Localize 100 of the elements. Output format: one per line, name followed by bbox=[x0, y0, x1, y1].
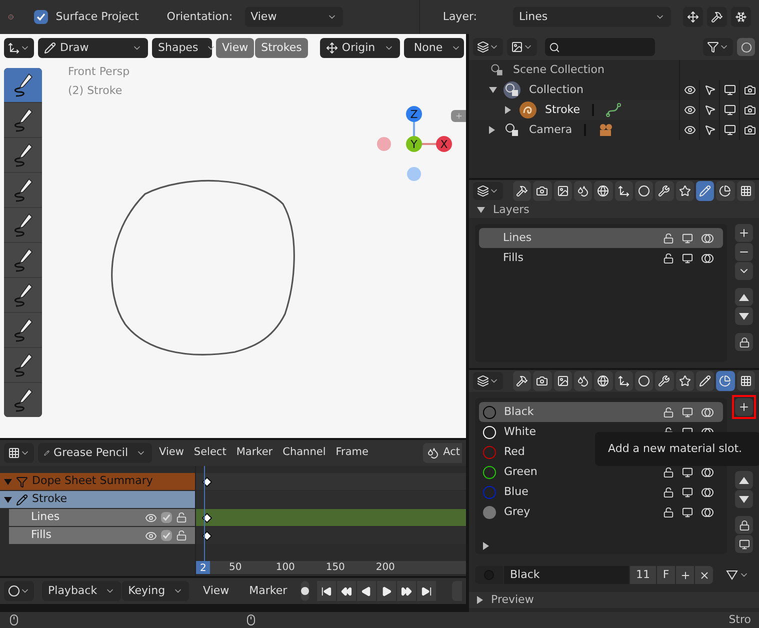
editor-type-dropdown[interactable] bbox=[473, 372, 503, 390]
channel-row[interactable]: Fills bbox=[9, 527, 195, 544]
menu-item[interactable]: Marker bbox=[233, 445, 276, 461]
unlock-icon[interactable] bbox=[663, 406, 674, 418]
material-name-field[interactable]: Black bbox=[504, 566, 629, 584]
expand-arrow-icon[interactable] bbox=[505, 106, 511, 114]
monitor-button[interactable] bbox=[735, 535, 753, 553]
add-button[interactable] bbox=[735, 398, 753, 416]
material-row[interactable]: Grey bbox=[479, 502, 723, 522]
properties-tab[interactable] bbox=[736, 181, 755, 201]
properties-tab[interactable] bbox=[655, 371, 674, 391]
current-frame-indicator[interactable]: 2 bbox=[196, 561, 210, 574]
properties-tab[interactable] bbox=[614, 371, 633, 391]
orientation-dropdown[interactable]: View bbox=[244, 7, 343, 27]
onion-skin-icon[interactable] bbox=[701, 486, 715, 498]
properties-tab[interactable] bbox=[594, 181, 613, 201]
panel-title[interactable]: Layers bbox=[493, 202, 530, 218]
monitor-icon[interactable] bbox=[682, 506, 693, 518]
outliner-item-label[interactable]: Camera bbox=[529, 122, 572, 138]
onion-skin-icon[interactable] bbox=[701, 252, 715, 264]
material-row[interactable]: Black bbox=[479, 402, 723, 422]
render-camera-icon[interactable] bbox=[744, 84, 756, 96]
unlink-button[interactable] bbox=[695, 566, 713, 584]
menu-item[interactable]: Marker bbox=[243, 582, 294, 600]
timeline-dropdown[interactable]: Keying bbox=[122, 581, 190, 601]
properties-tab[interactable] bbox=[554, 181, 572, 201]
menu-item[interactable]: Channel bbox=[280, 445, 329, 461]
checkbox[interactable] bbox=[161, 530, 172, 541]
menu-item[interactable]: Select bbox=[190, 445, 230, 461]
unlock-icon[interactable] bbox=[663, 466, 674, 478]
playback-button[interactable] bbox=[357, 581, 376, 601]
tool-button[interactable] bbox=[4, 278, 42, 312]
unlock-icon[interactable] bbox=[663, 506, 674, 518]
properties-tab[interactable] bbox=[594, 371, 613, 391]
monitor-icon[interactable] bbox=[682, 486, 693, 498]
expand-arrow-icon[interactable] bbox=[477, 596, 483, 604]
playback-button[interactable] bbox=[337, 581, 356, 601]
expand-arrow-icon[interactable] bbox=[489, 87, 497, 93]
panel-title[interactable]: Preview bbox=[491, 592, 534, 608]
tool-button[interactable] bbox=[4, 138, 42, 172]
properties-tab[interactable] bbox=[614, 181, 633, 201]
action-button[interactable]: Act bbox=[423, 443, 462, 463]
outliner-item-label[interactable]: Stroke bbox=[545, 102, 580, 118]
properties-tab[interactable] bbox=[676, 181, 694, 201]
move-up-button[interactable] bbox=[735, 288, 753, 306]
playback-button[interactable] bbox=[417, 581, 436, 601]
menu-item[interactable]: View bbox=[197, 582, 236, 600]
render-camera-icon[interactable] bbox=[744, 124, 756, 136]
navigation-gizmo[interactable]: Z Y X bbox=[374, 104, 458, 186]
render-camera-icon[interactable] bbox=[744, 104, 756, 116]
toggle-button[interactable]: View bbox=[216, 38, 254, 58]
keyframe-icon[interactable] bbox=[202, 476, 212, 486]
tool-button[interactable] bbox=[4, 348, 42, 382]
record-button[interactable] bbox=[301, 581, 310, 601]
properties-tab[interactable] bbox=[696, 371, 714, 391]
sidebar-toggle[interactable] bbox=[451, 110, 466, 122]
visibility-icon[interactable] bbox=[684, 84, 696, 96]
onion-skin-icon[interactable] bbox=[701, 506, 715, 518]
mode-dropdown[interactable]: Draw bbox=[38, 38, 148, 58]
lock-button[interactable] bbox=[735, 333, 753, 351]
menu-button[interactable] bbox=[735, 262, 753, 280]
select-pointer-icon[interactable] bbox=[704, 84, 716, 96]
onion-skin-icon[interactable] bbox=[701, 466, 715, 478]
monitor-icon[interactable] bbox=[682, 466, 693, 478]
expand-arrow-icon[interactable] bbox=[4, 496, 12, 502]
onion-skin-icon[interactable] bbox=[701, 406, 715, 418]
pivot-dropdown[interactable]: Origin bbox=[320, 38, 400, 58]
properties-tab[interactable] bbox=[574, 371, 592, 391]
properties-tab[interactable] bbox=[696, 181, 714, 201]
layer-row[interactable]: Lines bbox=[479, 228, 723, 248]
fake-user-button[interactable]: F bbox=[657, 566, 675, 584]
menu-item[interactable]: View bbox=[156, 445, 187, 461]
user-count-button[interactable]: 11 bbox=[630, 566, 656, 584]
material-row[interactable]: Blue bbox=[479, 482, 723, 502]
monitor-icon[interactable] bbox=[724, 84, 736, 96]
monitor-icon[interactable] bbox=[682, 232, 693, 244]
filter-dropdown[interactable] bbox=[703, 38, 733, 56]
tool-button[interactable] bbox=[4, 68, 42, 102]
tool-button[interactable] bbox=[4, 208, 42, 242]
tool-button[interactable] bbox=[4, 173, 42, 207]
layer-dropdown[interactable]: Lines bbox=[513, 7, 671, 27]
properties-tab[interactable] bbox=[533, 371, 552, 391]
checkbox[interactable] bbox=[34, 10, 48, 24]
toggle-button[interactable]: Strokes bbox=[255, 38, 308, 58]
move-up-button[interactable] bbox=[735, 471, 753, 489]
timeline-dropdown[interactable]: Playback bbox=[42, 581, 122, 601]
channel-row[interactable]: Stroke bbox=[0, 491, 195, 508]
onion-skin-icon[interactable] bbox=[701, 232, 715, 244]
shapes-dropdown[interactable]: Shapes bbox=[152, 38, 212, 58]
properties-tab[interactable] bbox=[655, 181, 674, 201]
outliner-item-label[interactable]: Scene Collection bbox=[513, 62, 604, 78]
lock-dropdown[interactable]: None bbox=[404, 38, 464, 58]
tool-button[interactable] bbox=[4, 383, 42, 417]
unlock-icon[interactable] bbox=[663, 252, 674, 264]
layer-row[interactable]: Fills bbox=[479, 248, 723, 268]
properties-tab[interactable] bbox=[716, 181, 735, 201]
editor-type-dropdown[interactable] bbox=[4, 581, 34, 601]
playback-button[interactable] bbox=[397, 581, 416, 601]
channel-row[interactable]: Lines bbox=[9, 509, 195, 526]
unlock-icon[interactable] bbox=[663, 232, 674, 244]
